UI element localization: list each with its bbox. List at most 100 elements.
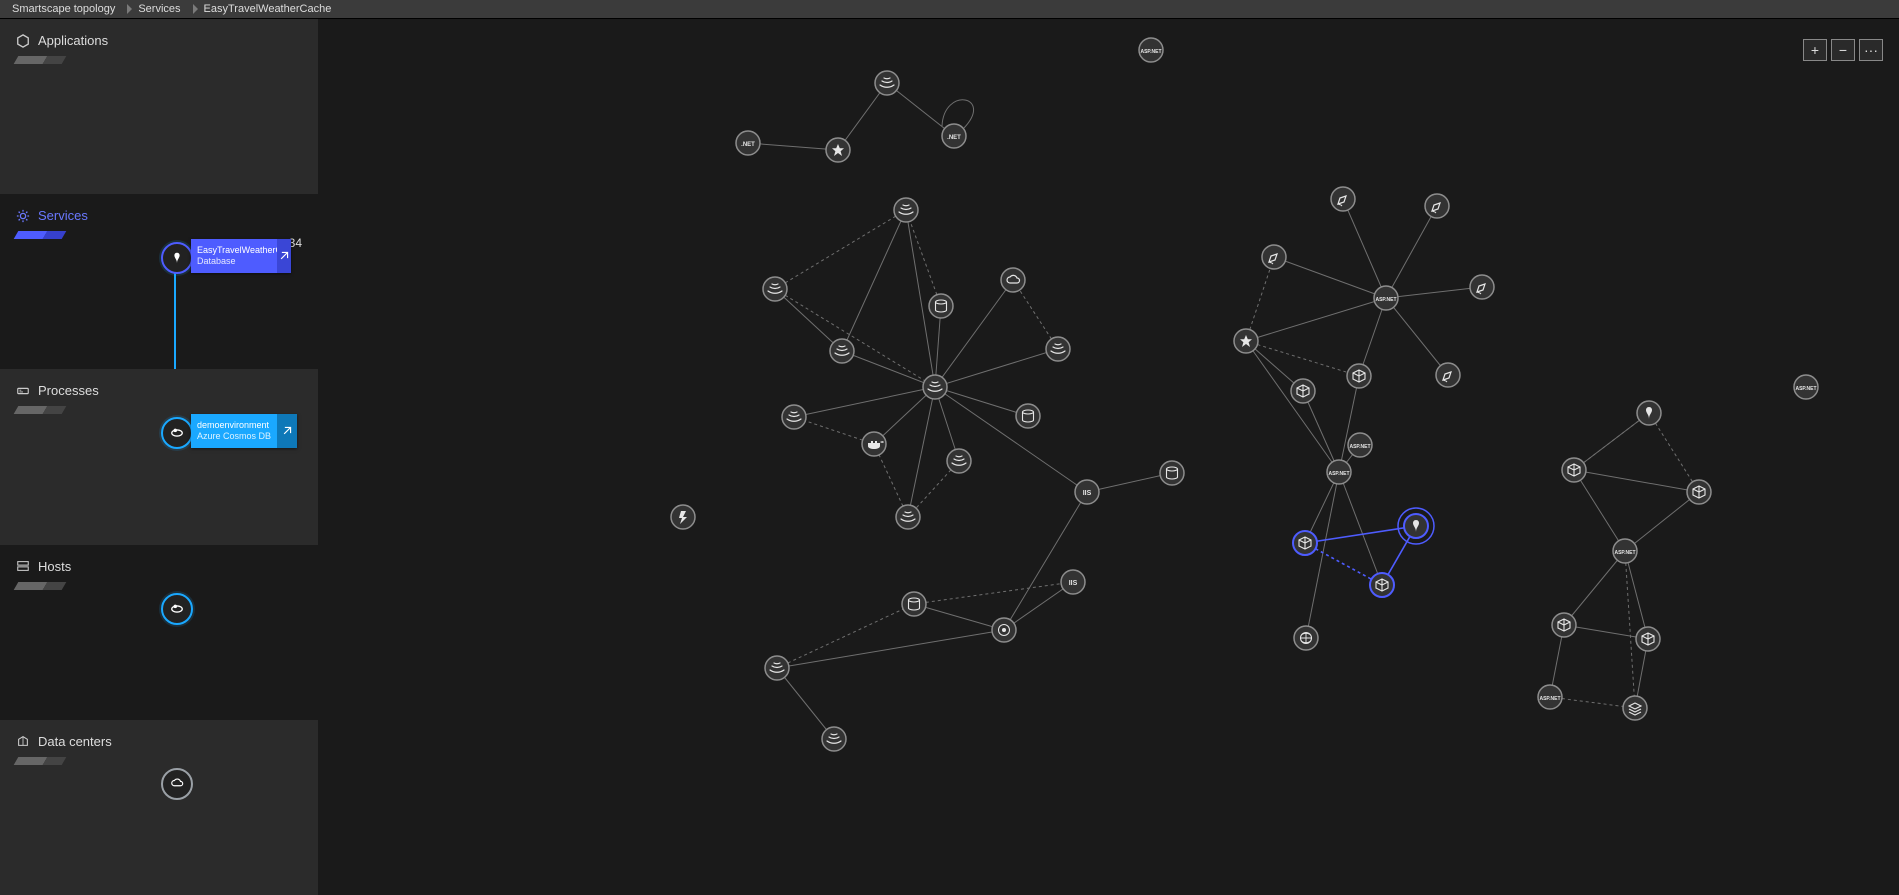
graph-node[interactable]	[822, 727, 846, 751]
graph-node[interactable]	[1470, 275, 1494, 299]
layer-node-datacenter[interactable]	[161, 768, 193, 800]
graph-node[interactable]	[1562, 458, 1586, 482]
graph-node[interactable]	[1348, 433, 1372, 457]
graph-node[interactable]	[1552, 613, 1576, 637]
graph-node[interactable]	[1436, 363, 1460, 387]
process-icon	[16, 384, 30, 398]
asp-icon	[1140, 49, 1161, 55]
graph-node[interactable]	[1613, 539, 1637, 563]
graph-node[interactable]	[763, 277, 787, 301]
graph-node[interactable]	[1262, 245, 1286, 269]
card-subtitle: Database	[197, 256, 271, 267]
graph-node[interactable]	[1370, 573, 1394, 597]
asp-icon	[1328, 471, 1349, 477]
graph-node[interactable]	[1291, 379, 1315, 403]
breadcrumb: Smartscape topology Services EasyTravelW…	[0, 0, 1899, 19]
asp-icon	[1539, 696, 1560, 702]
graph-edge	[942, 100, 974, 128]
iis-icon	[1069, 580, 1078, 587]
graph-node[interactable]	[992, 618, 1016, 642]
graph-node[interactable]	[736, 131, 760, 155]
graph-node[interactable]	[1637, 401, 1661, 425]
graph-node[interactable]	[862, 432, 886, 456]
zoom-in-button[interactable]: +	[1803, 39, 1827, 61]
breadcrumb-item[interactable]: EasyTravelWeatherCache	[187, 3, 338, 15]
graph-node[interactable]	[1687, 480, 1711, 504]
graph-node[interactable]	[671, 505, 695, 529]
layer-processes[interactable]: Processes demoenvironment Azure Cosmos D…	[0, 369, 318, 544]
layer-node-service[interactable]	[161, 242, 193, 274]
graph-node[interactable]	[1075, 480, 1099, 504]
layer-node-host[interactable]	[161, 593, 193, 625]
graph-edge	[935, 349, 1058, 387]
card-subtitle: Azure Cosmos DB	[197, 431, 271, 442]
graph-node[interactable]	[1139, 38, 1163, 62]
graph-node[interactable]	[1636, 627, 1660, 651]
graph-node[interactable]	[1425, 194, 1449, 218]
topology-canvas[interactable]: .NET ASP.NET IIS + −	[318, 19, 1899, 895]
open-service-button[interactable]	[277, 239, 291, 273]
graph-node[interactable]	[826, 138, 850, 162]
graph-node[interactable]	[1623, 696, 1647, 720]
graph-node[interactable]	[902, 592, 926, 616]
graph-node[interactable]	[1331, 187, 1355, 211]
globe-icon	[1301, 633, 1312, 644]
graph-node[interactable]	[1538, 685, 1562, 709]
zoom-more-button[interactable]: ···	[1859, 39, 1883, 61]
topology-graph[interactable]: .NET ASP.NET IIS	[318, 19, 1899, 895]
graph-edge	[1305, 543, 1382, 585]
graph-node[interactable]	[929, 294, 953, 318]
graph-node[interactable]	[947, 449, 971, 473]
graph-edge	[1564, 625, 1648, 639]
zoom-out-button[interactable]: −	[1831, 39, 1855, 61]
graph-edge	[1087, 473, 1172, 492]
graph-node[interactable]	[894, 198, 918, 222]
graph-edge	[775, 289, 842, 351]
graph-node[interactable]	[1016, 404, 1040, 428]
graph-node[interactable]	[1374, 286, 1398, 310]
graph-node[interactable]	[896, 505, 920, 529]
graph-edge	[1574, 470, 1625, 551]
graph-edge	[906, 210, 941, 306]
graph-edge	[935, 387, 1028, 416]
breadcrumb-item[interactable]: Services	[121, 3, 186, 15]
graph-edge	[1625, 551, 1648, 639]
card-title: EasyTravelWeatherCache	[197, 245, 271, 256]
graph-edge	[1386, 206, 1437, 298]
graph-node[interactable]	[1001, 268, 1025, 292]
graph-edge	[914, 604, 1004, 630]
graph-edge	[1303, 391, 1339, 472]
graph-edge	[1625, 492, 1699, 551]
layer-datacenters[interactable]: Data centers	[0, 720, 318, 895]
graph-node[interactable]	[1234, 329, 1258, 353]
graph-node[interactable]	[875, 71, 899, 95]
graph-node[interactable]	[765, 656, 789, 680]
layer-applications[interactable]: Applications	[0, 19, 318, 194]
breadcrumb-item[interactable]: Smartscape topology	[6, 3, 121, 15]
net-icon	[947, 135, 961, 141]
graph-node[interactable]	[942, 124, 966, 148]
layer-services[interactable]: Services 34 EasyTravelWeatherCache Datab…	[0, 194, 318, 369]
layers-panel: Applications Services 34 Ea	[0, 19, 318, 895]
graph-node[interactable]	[1794, 375, 1818, 399]
graph-node[interactable]	[782, 405, 806, 429]
graph-node[interactable]	[1294, 626, 1318, 650]
graph-node[interactable]	[1046, 337, 1070, 361]
graph-edge	[1564, 551, 1625, 625]
layer-node-process[interactable]	[161, 417, 193, 449]
graph-edge	[777, 668, 834, 739]
graph-node[interactable]	[1061, 570, 1085, 594]
service-card[interactable]: EasyTravelWeatherCache Database	[191, 239, 291, 273]
layer-hosts[interactable]: Hosts	[0, 545, 318, 720]
open-process-button[interactable]	[277, 414, 297, 448]
graph-node[interactable]	[1398, 508, 1434, 544]
graph-node[interactable]	[1160, 461, 1184, 485]
graph-node[interactable]	[1347, 364, 1371, 388]
graph-edge	[777, 604, 914, 668]
graph-node[interactable]	[1327, 460, 1351, 484]
graph-node[interactable]	[1293, 531, 1317, 555]
process-card[interactable]: demoenvironment Azure Cosmos DB	[191, 414, 297, 448]
graph-edge	[794, 387, 935, 417]
graph-node[interactable]	[923, 375, 947, 399]
graph-node[interactable]	[830, 339, 854, 363]
